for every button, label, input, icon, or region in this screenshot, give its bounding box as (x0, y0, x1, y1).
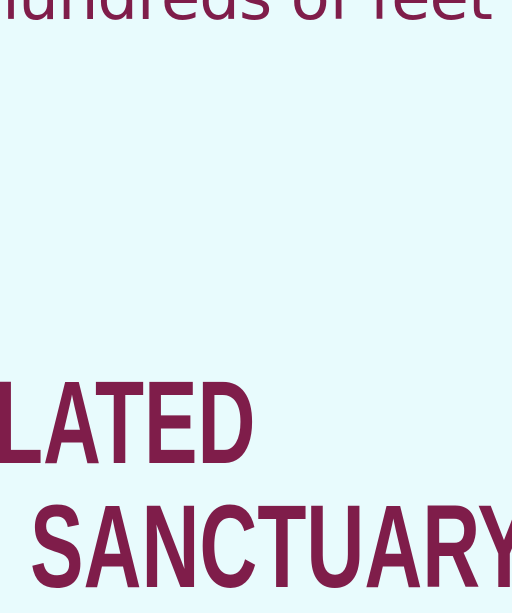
body-text-fragment: hundreds of feet (0, 0, 493, 30)
headline-line-1: LATED (0, 357, 256, 489)
headline-line-2: SANCTUARY (30, 481, 512, 613)
